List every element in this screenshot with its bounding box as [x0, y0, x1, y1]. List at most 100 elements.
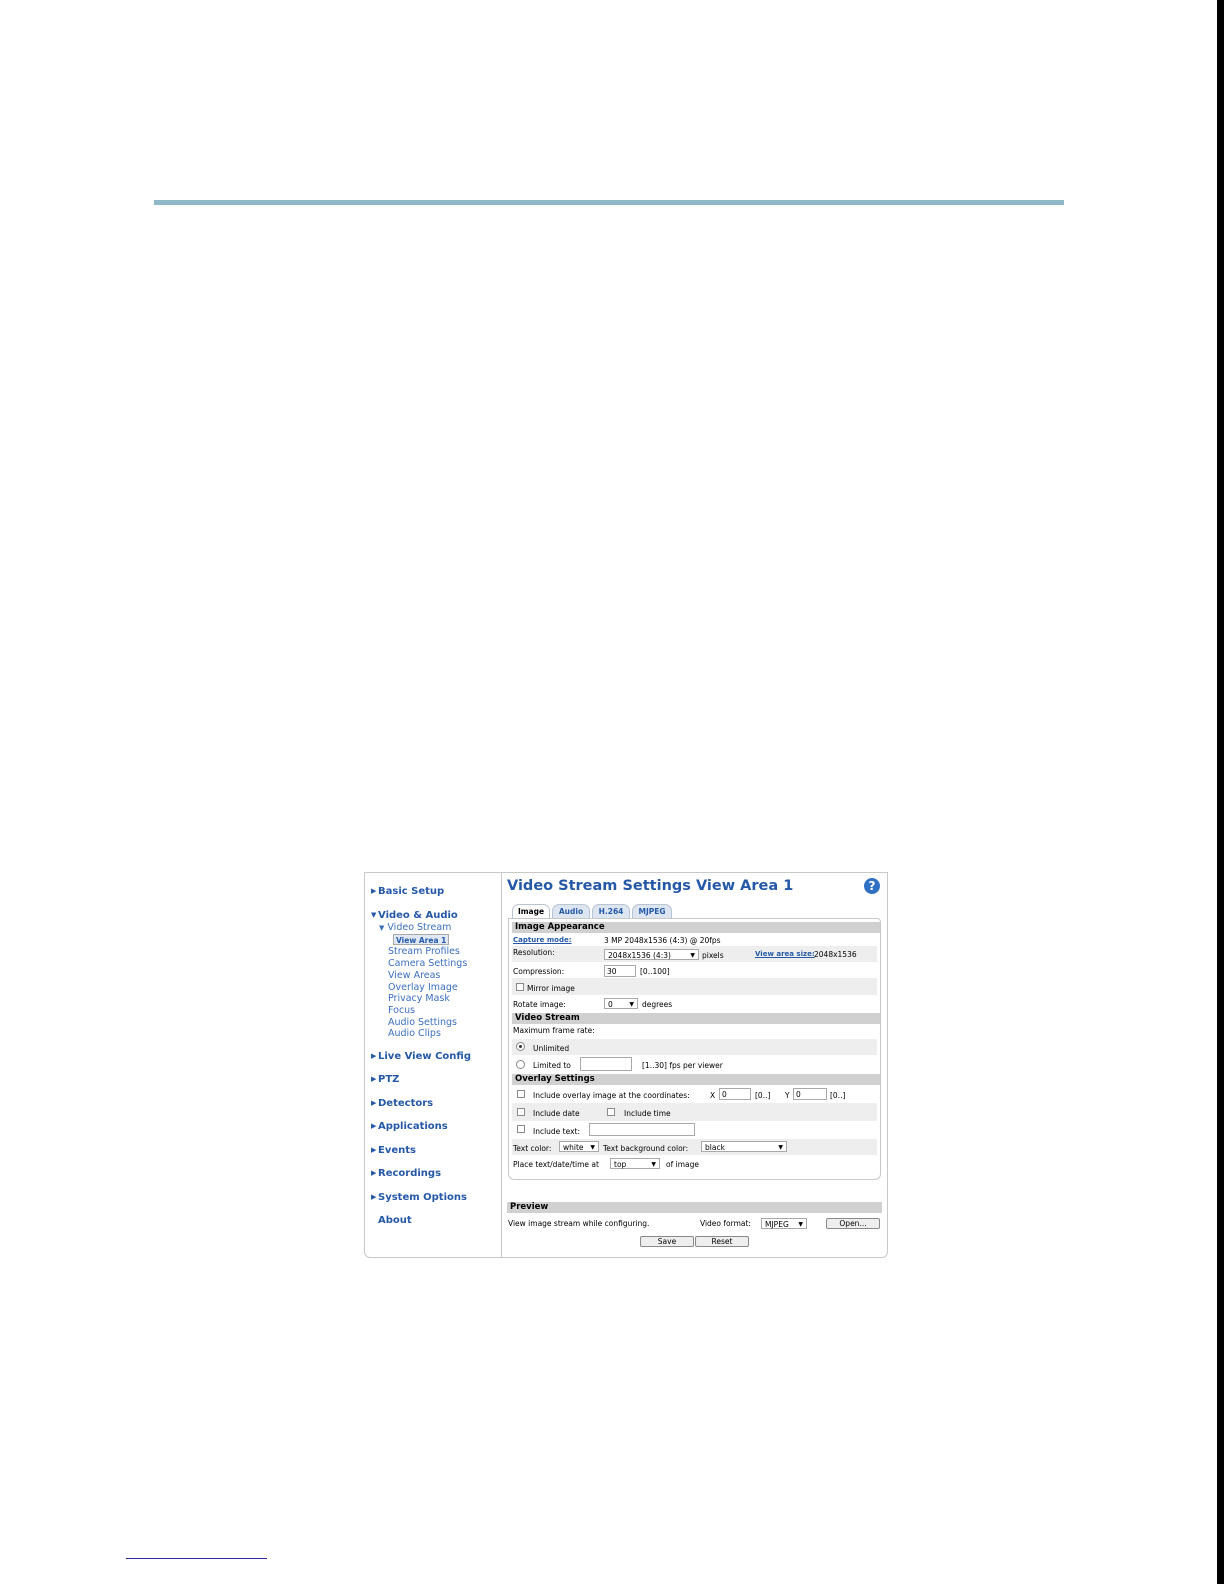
- text-bg-select[interactable]: black ▼: [701, 1141, 787, 1152]
- capture-mode-value: 3 MP 2048x1536 (4:3) @ 20fps: [604, 936, 721, 945]
- resolution-select[interactable]: 2048x1536 (4:3) ▼: [604, 949, 699, 960]
- tab-audio[interactable]: Audio: [552, 904, 590, 919]
- place-select-value: top: [614, 1160, 627, 1169]
- reset-button[interactable]: Reset: [695, 1236, 749, 1247]
- include-text-input[interactable]: [589, 1123, 695, 1136]
- video-format-select-value: MJPEG: [765, 1220, 789, 1229]
- limited-fps-input[interactable]: [580, 1057, 632, 1071]
- tab-mjpeg[interactable]: MJPEG: [632, 904, 672, 919]
- x-label: X: [710, 1091, 716, 1100]
- sidebar-item-label: Events: [378, 1145, 416, 1156]
- sidebar-item-video-stream[interactable]: ▼ Video Stream: [379, 922, 451, 933]
- caret-right-icon: ▶: [371, 1099, 377, 1107]
- sidebar-item-label: System Options: [378, 1192, 467, 1203]
- caret-right-icon: ▶: [371, 1169, 377, 1177]
- sidebar-item-audio-settings[interactable]: Audio Settings: [388, 1017, 457, 1028]
- limited-radio[interactable]: [516, 1060, 525, 1069]
- dropdown-arrow-icon: ▼: [798, 1221, 803, 1228]
- sidebar-item-system-options[interactable]: ▶ System Options: [371, 1192, 467, 1203]
- page-title: Video Stream Settings View Area 1: [507, 878, 794, 894]
- view-area-size-value: 2048x1536: [814, 950, 857, 959]
- sidebar-item-camera-settings[interactable]: Camera Settings: [388, 958, 467, 969]
- sidebar-item-live-view-config[interactable]: ▶ Live View Config: [371, 1051, 471, 1062]
- place-select[interactable]: top ▼: [610, 1158, 660, 1169]
- resolution-select-value: 2048x1536 (4:3): [608, 951, 671, 960]
- include-overlay-label: Include overlay image at the coordinates…: [533, 1091, 690, 1100]
- footnote-rule: [126, 1558, 267, 1559]
- sidebar-item-label: Detectors: [378, 1098, 434, 1109]
- settings-panel: Image Appearance Capture mode: 3 MP 2048…: [508, 918, 881, 1180]
- sidebar-item-label: Recordings: [378, 1168, 442, 1179]
- mirror-checkbox[interactable]: [516, 983, 524, 991]
- sidebar-item-recordings[interactable]: ▶ Recordings: [371, 1168, 441, 1179]
- compression-label: Compression:: [513, 967, 565, 976]
- sidebar-item-overlay-image[interactable]: Overlay Image: [388, 982, 458, 993]
- rotate-select[interactable]: 0 ▼: [604, 998, 638, 1009]
- include-overlay-row: Include overlay image at the coordinates…: [512, 1086, 877, 1103]
- of-image-label: of image: [666, 1160, 699, 1169]
- tab-h264[interactable]: H.264: [592, 904, 630, 919]
- sidebar-item-ptz[interactable]: ▶ PTZ: [371, 1074, 399, 1085]
- sidebar-item-label: Video Stream: [387, 922, 452, 933]
- save-button[interactable]: Save: [640, 1236, 694, 1247]
- sidebar-item-stream-profiles[interactable]: Stream Profiles: [388, 946, 460, 957]
- sidebar-item-applications[interactable]: ▶ Applications: [371, 1121, 448, 1132]
- pixels-label: pixels: [702, 951, 724, 960]
- sidebar-item-focus[interactable]: Focus: [388, 1005, 415, 1016]
- resolution-row: Resolution: 2048x1536 (4:3) ▼ pixels View…: [512, 946, 877, 962]
- sidebar-item-view-areas[interactable]: View Areas: [388, 970, 440, 981]
- include-overlay-checkbox[interactable]: [517, 1090, 525, 1098]
- unlimited-label: Unlimited: [533, 1044, 570, 1053]
- sidebar-item-audio-clips[interactable]: Audio Clips: [388, 1028, 441, 1039]
- open-button[interactable]: Open...: [826, 1218, 880, 1229]
- unlimited-radio[interactable]: [516, 1042, 525, 1051]
- view-area-size-link[interactable]: View area size:: [755, 950, 815, 958]
- sidebar-item-video-audio[interactable]: ▼ Video & Audio: [371, 910, 458, 921]
- sidebar-item-detectors[interactable]: ▶ Detectors: [371, 1098, 433, 1109]
- resolution-label: Resolution:: [513, 948, 555, 957]
- sidebar-item-basic-setup[interactable]: ▶ Basic Setup: [371, 886, 444, 897]
- sidebar-item-label: Live View Config: [378, 1051, 471, 1062]
- sidebar-item-about[interactable]: About: [378, 1215, 412, 1226]
- text-color-select[interactable]: white ▼: [559, 1141, 599, 1152]
- dropdown-arrow-icon: ▼: [590, 1144, 595, 1151]
- unlimited-row: Unlimited: [512, 1039, 877, 1055]
- section-video-stream: Video Stream: [512, 1013, 880, 1024]
- dropdown-arrow-icon: ▼: [651, 1161, 656, 1168]
- include-text-checkbox[interactable]: [517, 1125, 525, 1133]
- degrees-label: degrees: [642, 1000, 673, 1009]
- overlay-y-input[interactable]: 0: [793, 1088, 827, 1100]
- fps-range: [1..30] fps per viewer: [642, 1061, 723, 1070]
- dropdown-arrow-icon: ▼: [778, 1144, 783, 1151]
- sidebar-item-view-area-1[interactable]: View Area 1: [393, 934, 450, 945]
- section-overlay-settings: Overlay Settings: [512, 1074, 880, 1085]
- limited-label: Limited to: [533, 1061, 571, 1070]
- text-color-select-value: white: [563, 1143, 584, 1152]
- section-preview: Preview: [507, 1202, 882, 1213]
- limited-row: Limited to [1..30] fps per viewer: [512, 1056, 877, 1072]
- y-range: [0..]: [830, 1091, 846, 1100]
- compression-row: Compression: 30 [0..100]: [512, 962, 877, 978]
- sidebar-item-events[interactable]: ▶ Events: [371, 1145, 416, 1156]
- compression-input[interactable]: 30: [604, 965, 636, 977]
- include-time-checkbox[interactable]: [607, 1108, 615, 1116]
- rotate-row: Rotate image: 0 ▼ degrees: [512, 995, 877, 1011]
- caret-down-icon: ▼: [371, 911, 377, 919]
- include-date-checkbox[interactable]: [517, 1108, 525, 1116]
- date-time-row: Include date Include time: [512, 1103, 877, 1121]
- caret-right-icon: ▶: [371, 887, 377, 895]
- overlay-x-input[interactable]: 0: [719, 1088, 751, 1100]
- include-date-label: Include date: [533, 1109, 580, 1118]
- max-frame-rate-row: Maximum frame rate:: [512, 1024, 877, 1040]
- sidebar-item-label: Applications: [378, 1121, 448, 1132]
- include-text-row: Include text:: [512, 1121, 877, 1139]
- video-format-select[interactable]: MJPEG ▼: [761, 1218, 807, 1229]
- caret-right-icon: ▶: [371, 1075, 377, 1083]
- capture-mode-link[interactable]: Capture mode:: [513, 936, 572, 944]
- max-frame-rate-label: Maximum frame rate:: [513, 1026, 595, 1035]
- rotate-label: Rotate image:: [513, 1000, 566, 1009]
- caret-right-icon: ▶: [371, 1193, 377, 1201]
- sidebar-item-privacy-mask[interactable]: Privacy Mask: [388, 993, 450, 1004]
- screenshot-window: ▶ Basic Setup ▼ Video & Audio ▼ Video Strea…: [364, 872, 888, 1258]
- help-icon[interactable]: ?: [864, 878, 880, 894]
